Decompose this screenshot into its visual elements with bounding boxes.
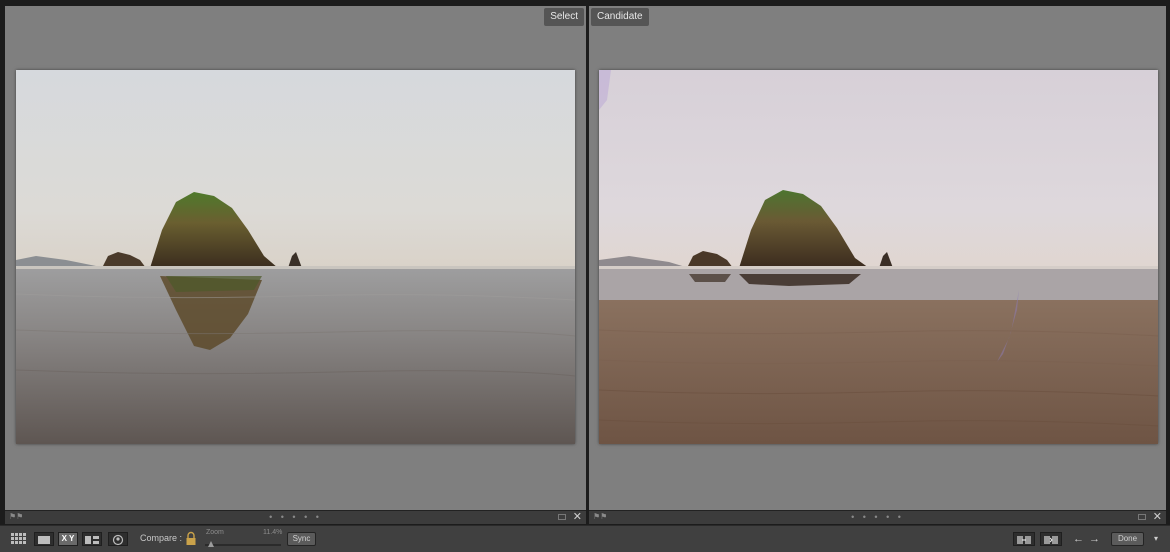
people-view-button[interactable] xyxy=(108,532,128,546)
compare-view-button[interactable]: X Y xyxy=(58,532,78,546)
select-pane-toolbar: ⚑⚑ • • • • • ✕ xyxy=(5,510,586,524)
loupe-view-button[interactable] xyxy=(34,532,54,546)
candidate-photo-image xyxy=(599,70,1158,444)
color-label-icon[interactable] xyxy=(1138,514,1146,520)
candidate-pane-toolbar: ⚑⚑ • • • • • ✕ xyxy=(589,510,1166,524)
compare-view-window: Select Candidate ⚑⚑ • • • • • ✕ ⚑⚑ • • •… xyxy=(0,0,1170,552)
close-icon[interactable]: ✕ xyxy=(1153,511,1162,524)
select-photo-image xyxy=(16,70,575,444)
previous-arrow-icon[interactable]: ← xyxy=(1073,532,1084,546)
compare-label: Compare : xyxy=(140,533,183,543)
make-select-button[interactable] xyxy=(1040,532,1062,546)
select-photo[interactable] xyxy=(16,70,575,444)
candidate-pane: Candidate xyxy=(589,6,1166,510)
compare-xy-icon: X Y xyxy=(61,534,75,543)
sync-button[interactable]: Sync xyxy=(287,532,316,546)
people-view-icon xyxy=(112,534,124,546)
zoom-value: 11.4% xyxy=(263,529,283,536)
select-pane: Select xyxy=(5,6,586,510)
done-button[interactable]: Done xyxy=(1111,532,1144,546)
select-label[interactable]: Select xyxy=(544,8,584,26)
flag-icon[interactable]: ⚑⚑ xyxy=(593,513,607,521)
loupe-view-icon xyxy=(38,536,50,544)
color-label-icon[interactable] xyxy=(558,514,566,520)
survey-view-button[interactable] xyxy=(82,532,102,546)
zoom-label: Zoom xyxy=(206,529,224,536)
zoom-slider-track[interactable] xyxy=(205,544,281,546)
swap-button[interactable] xyxy=(1013,532,1035,546)
toolbar-dropdown-icon[interactable]: ▾ xyxy=(1154,534,1158,543)
flag-icon[interactable]: ⚑⚑ xyxy=(9,513,23,521)
next-arrow-icon[interactable]: → xyxy=(1089,532,1100,546)
bottom-toolbar: X Y Compare : Zoom 11.4% Sync ← → Done ▾ xyxy=(0,525,1170,552)
lock-icon[interactable] xyxy=(185,531,197,547)
rating-dots[interactable]: • • • • • xyxy=(851,512,904,522)
candidate-photo[interactable] xyxy=(599,70,1158,444)
rating-dots[interactable]: • • • • • xyxy=(269,512,322,522)
grid-view-icon xyxy=(11,533,26,544)
make-select-icon xyxy=(1044,536,1058,544)
grid-view-button[interactable] xyxy=(10,532,29,546)
swap-icon xyxy=(1017,536,1031,544)
survey-view-icon xyxy=(85,536,99,544)
close-icon[interactable]: ✕ xyxy=(573,511,582,524)
candidate-label[interactable]: Candidate xyxy=(591,8,649,26)
